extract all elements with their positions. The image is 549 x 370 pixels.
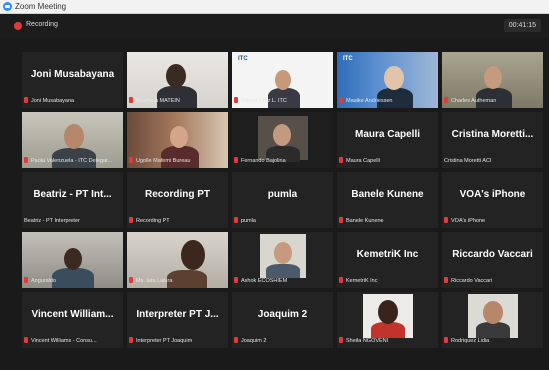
mic-muted-icon: [339, 277, 343, 283]
mic-muted-icon: [129, 157, 133, 163]
participant-tile[interactable]: VOA's iPhone VOA's iPhone: [442, 172, 543, 228]
gallery-grid: Joni Musabayana Joni Musabayana Mosibela…: [22, 52, 543, 348]
participant-tile[interactable]: Joni Musabayana Joni Musabayana: [22, 52, 123, 108]
participant-name-label: pumla: [234, 217, 331, 226]
mic-muted-icon: [444, 97, 448, 103]
participant-display-name: Joni Musabayana: [30, 69, 115, 80]
zoom-logo-icon: [3, 2, 12, 11]
itc-logo: ITC: [343, 56, 353, 62]
participant-name-label: Mosibela MATEIN: [129, 97, 226, 106]
participant-tile[interactable]: Fernando Bajolina: [232, 112, 333, 168]
mic-muted-icon: [339, 337, 343, 343]
participant-name-label: Miguel Cruz L. ITC: [234, 97, 331, 106]
mic-muted-icon: [444, 277, 448, 283]
recording-label: Recording: [26, 21, 58, 28]
mic-muted-icon: [129, 277, 133, 283]
mic-muted-icon: [24, 97, 28, 103]
participant-display-name: pumla: [267, 189, 298, 200]
participant-tile[interactable]: Maura Capelli Maura Capelli: [337, 112, 438, 168]
participant-name-label: Joni Musabayana: [24, 97, 121, 106]
mic-muted-icon: [234, 337, 238, 343]
participant-display-name: Riccardo Vaccari: [452, 249, 533, 260]
participant-tile[interactable]: Recording PT Recording PT: [127, 172, 228, 228]
participant-name-label: Maura Capelli: [339, 157, 436, 166]
participant-name-label: Banele Kunene: [339, 217, 436, 226]
participant-display-name: Cristina Moretti...: [451, 129, 534, 140]
mic-muted-icon: [444, 337, 448, 343]
participant-display-name: KemetriK Inc: [356, 249, 419, 260]
mic-muted-icon: [339, 97, 343, 103]
mic-muted-icon: [234, 277, 238, 283]
mic-muted-icon: [339, 157, 343, 163]
participant-tile[interactable]: Ugolle Mafemi Bureau: [127, 112, 228, 168]
participant-name-label: Ashok ECOSHIEM: [234, 277, 331, 286]
zoom-window: Zoom Meeting Recording 00:41:15 Joni Mus…: [0, 0, 549, 370]
participant-tile[interactable]: Vincent William... Vincent Williams - Co…: [22, 292, 123, 348]
participant-name-label: KemetriK Inc: [339, 277, 436, 286]
participant-tile[interactable]: ITC Miguel Cruz L. ITC: [232, 52, 333, 108]
participant-tile[interactable]: Anguraldo: [22, 232, 123, 288]
mic-muted-icon: [24, 277, 28, 283]
participant-display-name: Maura Capelli: [354, 129, 421, 140]
participant-name-label: Sheila NGOVENI: [339, 337, 436, 346]
participant-display-name: Recording PT: [144, 189, 210, 200]
participant-tile[interactable]: KemetriK Inc KemetriK Inc: [337, 232, 438, 288]
participant-name-label: Charles Autheman: [444, 97, 541, 106]
participant-name-label: Cristina Moretti ACI: [444, 158, 492, 164]
participant-display-name: Interpreter PT J...: [136, 309, 219, 320]
participant-tile[interactable]: Sheila NGOVENI: [337, 292, 438, 348]
recording-icon: [14, 22, 22, 30]
participant-tile-active-speaker[interactable]: Paola Valenzuela - ITC Delegat...: [22, 112, 123, 168]
mic-muted-icon: [444, 217, 448, 223]
mic-muted-icon: [129, 337, 133, 343]
participant-tile[interactable]: Joaquim 2 Joaquim 2: [232, 292, 333, 348]
participant-display-name: Banele Kunene: [351, 189, 424, 200]
participant-name-label: Riccardo Vaccari: [444, 277, 541, 286]
mic-muted-icon: [129, 217, 133, 223]
mic-muted-icon: [24, 337, 28, 343]
participant-tile[interactable]: ITC Maaike Andriessen: [337, 52, 438, 108]
participant-name-label: Ms. Iata Lalura: [129, 277, 226, 286]
window-title: Zoom Meeting: [15, 2, 67, 11]
meeting-top-bar: Recording 00:41:15: [0, 14, 549, 38]
participant-name-label: Vincent Williams - Consu...: [24, 337, 121, 346]
participant-tile[interactable]: Mosibela MATEIN: [127, 52, 228, 108]
participant-tile[interactable]: Riccardo Vaccari Riccardo Vaccari: [442, 232, 543, 288]
participant-name-label: Joaquim 2: [234, 337, 331, 346]
participant-tile[interactable]: Cristina Moretti... Cristina Moretti ACI: [442, 112, 543, 168]
participant-name-label: Maaike Andriessen: [339, 97, 436, 106]
participant-name-label: Rodriquez Lidia: [444, 337, 541, 346]
participant-tile[interactable]: Charles Autheman: [442, 52, 543, 108]
participant-tile[interactable]: pumla pumla: [232, 172, 333, 228]
participant-tile[interactable]: Rodriquez Lidia: [442, 292, 543, 348]
participant-name-label: Paola Valenzuela - ITC Delegat...: [24, 157, 121, 166]
itc-logo: ITC: [238, 56, 248, 62]
mic-muted-icon: [339, 217, 343, 223]
meeting-timer: 00:41:15: [503, 19, 541, 32]
participant-display-name: Joaquim 2: [257, 309, 308, 320]
participant-display-name: Beatriz - PT Int...: [33, 189, 112, 200]
participant-name-label: Interpreter PT Joaquim: [129, 337, 226, 346]
participant-tile[interactable]: Banele Kunene Banele Kunene: [337, 172, 438, 228]
participant-name-label: Fernando Bajolina: [234, 157, 331, 166]
mic-muted-icon: [129, 97, 133, 103]
mic-muted-icon: [234, 97, 238, 103]
participant-display-name: Vincent William...: [31, 309, 114, 320]
participant-name-label: VOA's iPhone: [444, 217, 541, 226]
participant-name-label: Recording PT: [129, 217, 226, 226]
participant-tile[interactable]: Beatriz - PT Int... Beatriz - PT Interpr…: [22, 172, 123, 228]
participant-name-label: Beatriz - PT Interpreter: [24, 218, 80, 224]
participant-tile[interactable]: Ms. Iata Lalura: [127, 232, 228, 288]
participant-display-name: VOA's iPhone: [459, 189, 526, 200]
title-bar: Zoom Meeting: [0, 0, 549, 14]
participant-tile[interactable]: Ashok ECOSHIEM: [232, 232, 333, 288]
mic-muted-icon: [24, 157, 28, 163]
participant-tile[interactable]: Interpreter PT J... Interpreter PT Joaqu…: [127, 292, 228, 348]
participant-name-label: Ugolle Mafemi Bureau: [129, 157, 226, 166]
mic-muted-icon: [234, 217, 238, 223]
participant-name-label: Anguraldo: [24, 277, 121, 286]
mic-muted-icon: [234, 157, 238, 163]
